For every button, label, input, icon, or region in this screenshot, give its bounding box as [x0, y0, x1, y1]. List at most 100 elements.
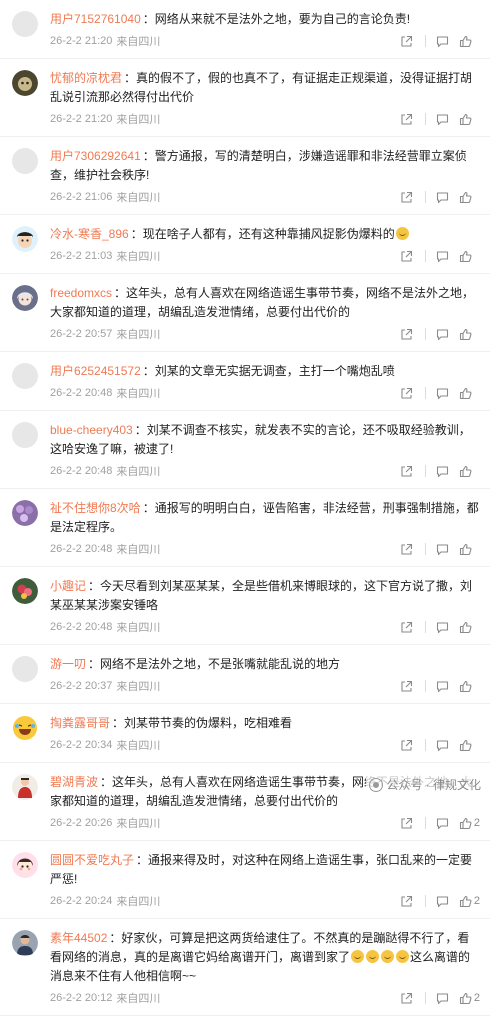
share-button[interactable] — [400, 680, 413, 693]
username-link[interactable]: 用户7152761040 — [50, 12, 141, 26]
avatar[interactable] — [12, 362, 42, 410]
reply-button[interactable] — [436, 250, 449, 263]
avatar[interactable] — [12, 851, 42, 918]
comment-location: 来自四川 — [116, 619, 160, 635]
reply-button[interactable] — [436, 621, 449, 634]
username-link[interactable]: 圆圆不爱吃丸子 — [50, 853, 134, 867]
like-button[interactable] — [459, 621, 480, 634]
avatar[interactable] — [12, 577, 42, 644]
username-separator: ： — [124, 71, 136, 85]
avatar-image — [12, 500, 38, 526]
watermark-text: 公众号 · 律规文化 — [386, 776, 481, 793]
reply-button[interactable] — [436, 387, 449, 400]
username-link[interactable]: 用户6252451572 — [50, 364, 141, 378]
comment-location: 来自四川 — [116, 326, 160, 342]
like-button[interactable] — [459, 328, 480, 341]
share-button[interactable] — [400, 992, 413, 1005]
comment-time: 26-2-2 20:34 — [50, 739, 112, 751]
username-link[interactable]: 用户7306292641 — [50, 149, 141, 163]
avatar[interactable] — [12, 69, 42, 136]
avatar[interactable] — [12, 225, 42, 273]
avatar[interactable] — [12, 284, 42, 351]
like-icon — [459, 895, 472, 908]
share-button[interactable] — [400, 739, 413, 752]
avatar-image — [12, 656, 38, 682]
share-button[interactable] — [400, 387, 413, 400]
share-button[interactable] — [400, 621, 413, 634]
username-link[interactable]: 素年44502 — [50, 931, 107, 945]
username-link[interactable]: 掏粪露哥哥 — [50, 716, 110, 730]
username-separator: ： — [112, 716, 124, 730]
like-button[interactable] — [459, 680, 480, 693]
share-button[interactable] — [400, 817, 413, 830]
reply-button[interactable] — [436, 543, 449, 556]
share-button[interactable] — [400, 35, 413, 48]
share-button[interactable] — [400, 328, 413, 341]
username-link[interactable]: 碧湖青波 — [50, 775, 98, 789]
username-separator: ： — [100, 775, 112, 789]
username-link[interactable]: blue-cheery403 — [50, 423, 133, 437]
username-link[interactable]: 祉不住想你8次哈 — [50, 501, 141, 515]
like-button[interactable] — [459, 387, 480, 400]
comment-actions: 2 — [390, 895, 480, 908]
username-link[interactable]: freedomxcs — [50, 286, 112, 300]
username-link[interactable]: 忧郁的凉枕君 — [50, 71, 122, 85]
username-link[interactable]: 小趣记 — [50, 579, 86, 593]
comment-time: 26-2-2 21:20 — [50, 113, 112, 125]
reply-button[interactable] — [436, 680, 449, 693]
reply-button[interactable] — [436, 817, 449, 830]
comment-actions — [390, 387, 480, 400]
like-button[interactable] — [459, 250, 480, 263]
like-button[interactable] — [459, 739, 480, 752]
avatar[interactable] — [12, 147, 42, 214]
comment-text-block: 素年44502：好家伙，可算是把这两货给逮住了。不然真的是蹦跶得不行了，看看网络… — [50, 929, 480, 986]
action-divider — [425, 543, 426, 555]
avatar[interactable] — [12, 714, 42, 762]
like-button[interactable] — [459, 35, 480, 48]
share-button[interactable] — [400, 543, 413, 556]
comment-actions — [390, 113, 480, 126]
username-link[interactable]: 游一叨 — [50, 657, 86, 671]
share-icon — [400, 250, 413, 263]
avatar[interactable] — [12, 929, 42, 1015]
reply-button[interactable] — [436, 895, 449, 908]
username-separator: ： — [88, 657, 100, 671]
comment-item: 冷水-寒香_896：现在啥子人都有，还有这种靠捕风捉影伪爆料的26-2-2 21… — [0, 215, 490, 274]
share-button[interactable] — [400, 250, 413, 263]
reply-icon — [436, 35, 449, 48]
comment-location: 来自四川 — [116, 248, 160, 264]
share-icon — [400, 543, 413, 556]
comment-location: 来自四川 — [116, 541, 160, 557]
share-icon — [400, 113, 413, 126]
avatar[interactable] — [12, 773, 42, 840]
like-button[interactable] — [459, 543, 480, 556]
comment-text-block: blue-cheery403：刘某不调查不核实，就发表不实的言论，还不吸取经验教… — [50, 421, 480, 459]
like-button[interactable] — [459, 113, 480, 126]
reply-button[interactable] — [436, 739, 449, 752]
share-button[interactable] — [400, 465, 413, 478]
reply-button[interactable] — [436, 191, 449, 204]
avatar[interactable] — [12, 10, 42, 58]
avatar[interactable] — [12, 499, 42, 566]
like-button[interactable]: 2 — [459, 817, 480, 830]
like-button[interactable]: 2 — [459, 992, 480, 1005]
reply-button[interactable] — [436, 35, 449, 48]
reply-button[interactable] — [436, 113, 449, 126]
like-button[interactable] — [459, 191, 480, 204]
reply-button[interactable] — [436, 465, 449, 478]
share-button[interactable] — [400, 895, 413, 908]
share-button[interactable] — [400, 113, 413, 126]
share-icon — [400, 35, 413, 48]
comment-item: 用户6252451572：刘某的文章无实据无调查，主打一个嘴炮乱喷26-2-2 … — [0, 352, 490, 411]
share-button[interactable] — [400, 191, 413, 204]
like-button[interactable]: 2 — [459, 895, 480, 908]
username-link[interactable]: 冷水-寒香_896 — [50, 227, 129, 241]
avatar[interactable] — [12, 421, 42, 488]
comment-body: 用户7152761040：网络从来就不是法外之地，要为自己的言论负责!26-2-… — [50, 10, 480, 58]
like-button[interactable] — [459, 465, 480, 478]
reply-button[interactable] — [436, 328, 449, 341]
avatar[interactable] — [12, 655, 42, 703]
username-separator: ： — [135, 423, 147, 437]
reply-button[interactable] — [436, 992, 449, 1005]
emoji-icon — [396, 227, 409, 240]
